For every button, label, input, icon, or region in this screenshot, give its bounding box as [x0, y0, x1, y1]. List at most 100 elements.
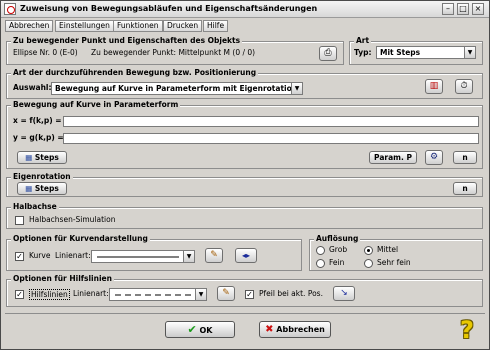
halbachsen-checkbox[interactable]	[15, 216, 24, 225]
param-steps-button[interactable]: ▦ Steps	[17, 151, 67, 164]
menu-drucken[interactable]: Drucken	[163, 20, 203, 32]
cancel-button[interactable]: ✖ Abbrechen	[259, 321, 331, 338]
ok-button[interactable]: ✔ OK	[165, 321, 235, 338]
minimize-button[interactable]: –	[442, 3, 454, 15]
pen-icon: ✎	[210, 250, 218, 260]
chevron-down-icon: ▼	[291, 83, 302, 94]
hilfslinien-linienart-select[interactable]: ▼	[109, 288, 207, 301]
ellipse-label: Ellipse Nr. 0 (E-0)	[13, 48, 78, 57]
art-group: Art Typ: Mit Steps ▼	[349, 36, 483, 65]
window-title: Zuweisung von Bewegungsabläufen und Eige…	[20, 4, 318, 13]
param-steps-label: Steps	[34, 153, 59, 162]
footer-bar: ✔ OK ✖ Abbrechen	[5, 313, 485, 347]
object-group: Zu bewegender Punkt und Eigenschaften de…	[6, 36, 344, 65]
radio-grob[interactable]	[316, 246, 325, 255]
halbachse-group: Halbachse Halbachsen-Simulation	[6, 202, 483, 229]
radio-fein-label: Fein	[329, 258, 345, 267]
stopwatch-icon: ⏱	[460, 81, 468, 91]
grid-icon: ▦	[25, 153, 33, 162]
close-button[interactable]: ×	[472, 3, 484, 15]
eigenrotation-steps-label: Steps	[34, 184, 59, 193]
x-label: x = f(k,p) =	[13, 116, 62, 125]
eigenrotation-steps-button[interactable]: ▦ Steps	[17, 182, 67, 195]
maximize-button[interactable]: □	[457, 3, 469, 15]
menu-funktionen[interactable]: Funktionen	[113, 20, 163, 32]
title-bar: Zuweisung von Bewegungsabläufen und Eige…	[1, 1, 489, 18]
chevron-down-icon: ▼	[195, 289, 206, 300]
solid-line-preview	[97, 256, 179, 258]
kurve-linienart-label: Linienart:	[55, 251, 91, 260]
radio-sehr-fein-label: Sehr fein	[377, 258, 411, 267]
eigenrotation-n-button[interactable]: n	[453, 182, 477, 195]
auswahl-select-value: Bewegung auf Kurve in Parameterform mit …	[55, 84, 298, 93]
hilfslinien-group: Optionen für Hilfslinien ✓ Hilfslinien L…	[6, 274, 483, 307]
radio-sehr-fein[interactable]	[364, 259, 373, 268]
pfeil-label: Pfeil bei akt. Pos.	[259, 289, 323, 298]
y-label: y = g(k,p) =	[13, 133, 64, 142]
eigenrotation-group-title: Eigenrotation	[11, 172, 73, 182]
point-label: Zu bewegender Punkt: Mittelpunkt M (0 / …	[91, 48, 256, 57]
object-group-title: Zu bewegender Punkt und Eigenschaften de…	[11, 36, 243, 46]
kurve-color-button[interactable]: ✎	[205, 248, 223, 263]
dialog-window: Zuweisung von Bewegungsabläufen und Eige…	[0, 0, 490, 350]
kurve-linienart-select[interactable]: ▼	[91, 250, 195, 263]
menu-abbrechen[interactable]: Abbrechen	[5, 20, 54, 32]
grid-icon: ▦	[25, 184, 33, 193]
param-n-button[interactable]: n	[453, 151, 477, 164]
typ-select[interactable]: Mit Steps ▼	[376, 46, 476, 59]
hilfslinien-linienart-label: Linienart:	[73, 289, 109, 298]
y-formula-input[interactable]	[63, 133, 479, 144]
kurve-group-title: Optionen für Kurvendarstellung	[11, 234, 150, 244]
param-group-title: Bewegung auf Kurve in Parameterform	[11, 100, 181, 110]
help-question-icon[interactable]: ?	[460, 317, 474, 343]
pen-icon: ✎	[222, 288, 230, 298]
param-group: Bewegung auf Kurve in Parameterform x = …	[6, 100, 483, 169]
art-group-title: Art	[354, 36, 372, 46]
kurve-group: Optionen für Kurvendarstellung ✓ Kurve L…	[6, 234, 302, 271]
aufloesung-group: Auflösung Grob Mittel Fein Sehr fein	[309, 234, 483, 271]
kurve-label: Kurve	[29, 251, 51, 260]
typ-label: Typ:	[354, 48, 372, 57]
halbachsen-label: Halbachsen-Simulation	[29, 215, 116, 224]
param-tool-button[interactable]: ⚙	[425, 150, 443, 165]
kurve-arrows-button[interactable]: ◂▸	[235, 248, 257, 263]
hilfslinien-group-title: Optionen für Hilfslinien	[11, 274, 114, 284]
auswahl-label: Auswahl:	[13, 83, 52, 92]
app-icon	[4, 3, 16, 15]
chart-icon: ▥	[429, 81, 439, 91]
timer-button[interactable]: ⏱	[455, 79, 473, 94]
hilfslinien-color-button[interactable]: ✎	[217, 286, 235, 301]
printer-icon: ⎙	[324, 48, 332, 58]
auswahl-select[interactable]: Bewegung auf Kurve in Parameterform mit …	[51, 82, 303, 95]
double-arrow-icon: ◂▸	[241, 251, 251, 260]
hilfslinien-label: Hilfslinien	[29, 289, 70, 300]
ok-label: OK	[199, 326, 213, 335]
aufloesung-group-title: Auflösung	[314, 234, 361, 244]
radio-mittel-label: Mittel	[377, 245, 399, 254]
print-object-button[interactable]: ⎙	[319, 46, 337, 61]
x-icon: ✖	[265, 324, 274, 335]
pfeil-checkbox[interactable]: ✓	[245, 290, 254, 299]
kurve-checkbox[interactable]: ✓	[15, 252, 24, 261]
x-formula-input[interactable]	[63, 116, 479, 127]
chart-button[interactable]: ▥	[425, 79, 443, 94]
hilfslinien-checkbox[interactable]: ✓	[15, 290, 24, 299]
checkmark-icon: ✔	[187, 323, 197, 336]
radio-fein[interactable]	[316, 259, 325, 268]
halbachse-group-title: Halbachse	[11, 202, 59, 212]
radio-mittel[interactable]	[364, 246, 373, 255]
pfeil-style-button[interactable]: ↘	[333, 286, 355, 301]
cancel-label: Abbrechen	[276, 325, 325, 334]
curved-arrow-icon: ↘	[340, 288, 348, 298]
param-p-button[interactable]: Param. P	[369, 151, 417, 164]
menu-bar: Abbrechen Einstellungen Funktionen Druck…	[1, 19, 489, 33]
gear-icon: ⚙	[429, 152, 439, 162]
menu-einstellungen[interactable]: Einstellungen	[55, 20, 114, 32]
movement-group: Art der durchzuführenden Bewegung bzw. P…	[6, 68, 483, 99]
menu-hilfe[interactable]: Hilfe	[203, 20, 229, 32]
typ-select-value: Mit Steps	[380, 48, 421, 57]
dashed-line-preview	[115, 294, 191, 296]
eigenrotation-group: Eigenrotation ▦ Steps n	[6, 172, 483, 197]
radio-grob-label: Grob	[329, 245, 348, 254]
chevron-down-icon: ▼	[183, 251, 194, 262]
